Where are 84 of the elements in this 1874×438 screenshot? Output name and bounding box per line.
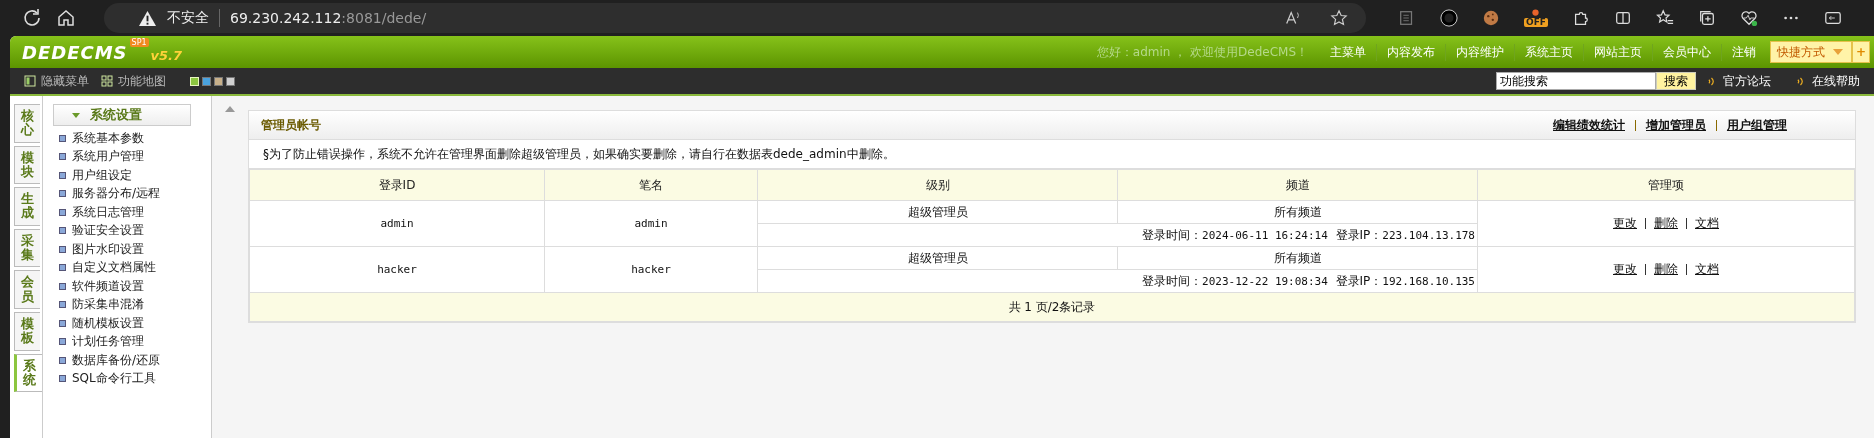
side-tab[interactable]: 模块 — [14, 145, 40, 185]
column-header: 频道 — [1117, 169, 1478, 201]
table-cell: 超级管理员 — [757, 246, 1118, 270]
pagination-text: 共 1 页/2条记录 — [249, 292, 1855, 322]
sidebar-icon[interactable] — [1823, 9, 1842, 27]
home-icon[interactable] — [56, 8, 76, 28]
menu-heading[interactable]: 系统设置 — [53, 104, 191, 126]
shortcut-dropdown[interactable]: 快捷方式 — [1770, 41, 1852, 63]
side-tab[interactable]: 采集 — [14, 228, 40, 268]
menu-item[interactable]: 随机模板设置 — [53, 314, 211, 333]
panel-icon — [24, 75, 36, 87]
caret-icon — [1833, 49, 1843, 55]
column-header: 级别 — [757, 169, 1118, 201]
table-cell: 超级管理员 — [757, 200, 1118, 224]
menu-item[interactable]: 计划任务管理 — [53, 332, 211, 351]
ring-icon[interactable] — [1440, 9, 1458, 27]
reload-icon[interactable] — [22, 8, 42, 28]
address-bar[interactable]: 不安全 69.230.242.112:8081/dede/ — [104, 3, 1366, 33]
star-icon[interactable] — [1330, 9, 1348, 27]
table-cell: hacker — [249, 246, 545, 293]
action-link[interactable]: 文档 — [1695, 261, 1719, 278]
toolbar-link[interactable]: 在线帮助 — [1797, 72, 1860, 90]
panel-link[interactable]: 用户组管理 — [1727, 116, 1787, 134]
table-cell: admin — [544, 200, 758, 247]
skin-swatch[interactable] — [226, 76, 235, 86]
edition-badge: SP1 — [129, 37, 149, 47]
signal-icon — [1708, 76, 1715, 86]
search-field[interactable]: 功能搜索 — [1496, 72, 1656, 90]
side-tab[interactable]: 生成 — [14, 187, 40, 226]
hide-menu-button[interactable]: 隐藏菜单 — [24, 72, 89, 90]
action-link[interactable]: 文档 — [1695, 215, 1719, 232]
side-tab[interactable]: 核心 — [14, 104, 40, 143]
menu-item[interactable]: 用户组设定 — [53, 166, 211, 185]
scroll-up-icon[interactable] — [225, 106, 235, 112]
skin-swatch[interactable] — [202, 76, 211, 86]
menu-item[interactable]: 系统基本参数 — [53, 129, 211, 148]
menu-item[interactable]: 图片水印设置 — [53, 240, 211, 259]
menu-item[interactable]: 验证安全设置 — [53, 221, 211, 240]
menu-item[interactable]: 数据库备份/还原 — [53, 351, 211, 370]
column-header: 登录ID — [249, 169, 545, 201]
menu-item[interactable]: 软件频道设置 — [53, 277, 211, 296]
url-text: 69.230.242.112:8081/dede/ — [230, 10, 427, 26]
panel-link[interactable]: 增加管理员 — [1646, 116, 1706, 134]
menu-item[interactable]: 服务器分布/远程 — [53, 184, 211, 203]
pin-icon — [1531, 9, 1541, 18]
toolbar-link[interactable]: 官方论坛 — [1708, 72, 1771, 90]
panel-link[interactable]: 编辑绩效统计 — [1553, 116, 1625, 134]
cookie-icon[interactable] — [1482, 9, 1500, 27]
skin-swatch[interactable] — [214, 76, 223, 86]
greeting-text: 您好：admin ， 欢迎使用DedeCMS！ — [1096, 43, 1308, 61]
search-button[interactable]: 搜索 — [1656, 72, 1696, 90]
expanded-arrow-icon — [72, 112, 80, 118]
menu-item[interactable]: SQL命令行工具 — [53, 369, 211, 388]
favorites-icon[interactable] — [1655, 9, 1674, 27]
side-tab[interactable]: 系统 — [14, 353, 42, 393]
column-header: 管理项 — [1477, 169, 1855, 201]
signal-icon — [1797, 76, 1804, 86]
extension-button[interactable]: OFF — [1524, 9, 1548, 27]
menu-item[interactable]: 系统用户管理 — [53, 147, 211, 166]
logo: DEDECMS — [22, 41, 128, 63]
table-cell: admin — [249, 200, 545, 247]
side-tab[interactable]: 会员 — [14, 270, 40, 309]
grid-icon — [101, 75, 113, 87]
action-link[interactable]: 更改 — [1613, 215, 1637, 232]
action-link[interactable]: 删除 — [1654, 261, 1678, 278]
table-cell: hacker — [544, 246, 758, 293]
action-link[interactable]: 更改 — [1613, 261, 1637, 278]
side-tab[interactable]: 模板 — [14, 311, 40, 351]
menu-item[interactable]: 系统日志管理 — [53, 203, 211, 222]
off-badge: OFF — [1524, 18, 1548, 27]
heart-pulse-icon[interactable] — [1739, 9, 1758, 27]
panel-title: 管理员帐号 — [261, 116, 321, 134]
add-tab-icon[interactable] — [1697, 9, 1716, 27]
menu-item[interactable]: 防采集串混淆 — [53, 295, 211, 314]
version-label: v5.7 — [150, 47, 183, 63]
menu-item[interactable]: 自定义文档属性 — [53, 258, 211, 277]
split-screen-icon[interactable] — [1613, 9, 1632, 27]
column-header: 笔名 — [544, 169, 758, 201]
table-cell: 所有频道 — [1117, 200, 1478, 224]
table-cell: 所有频道 — [1117, 246, 1478, 270]
warning-icon — [138, 9, 157, 27]
security-label: 不安全 — [167, 9, 209, 27]
function-map-button[interactable]: 功能地图 — [101, 72, 166, 90]
action-link[interactable]: 删除 — [1654, 215, 1678, 232]
